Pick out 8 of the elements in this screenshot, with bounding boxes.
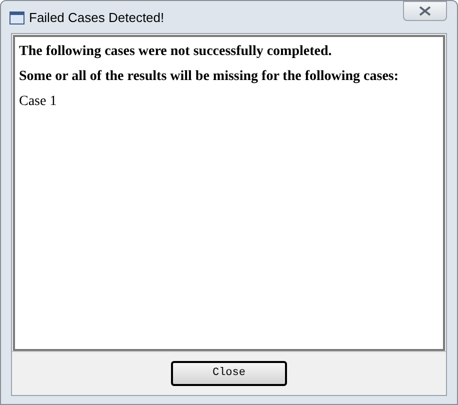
message-text: Case 1: [19, 93, 58, 111]
window-title: Failed Cases Detected!: [29, 9, 164, 27]
close-button[interactable]: [403, 1, 447, 21]
message-text: Some or all of the results will be missing for the following cases:: [19, 68, 400, 86]
app-icon: [9, 10, 25, 25]
close-dialog-button[interactable]: Close: [171, 361, 287, 386]
message-text: The following cases were not successfully completed.: [19, 43, 333, 61]
close-icon: [419, 6, 431, 16]
